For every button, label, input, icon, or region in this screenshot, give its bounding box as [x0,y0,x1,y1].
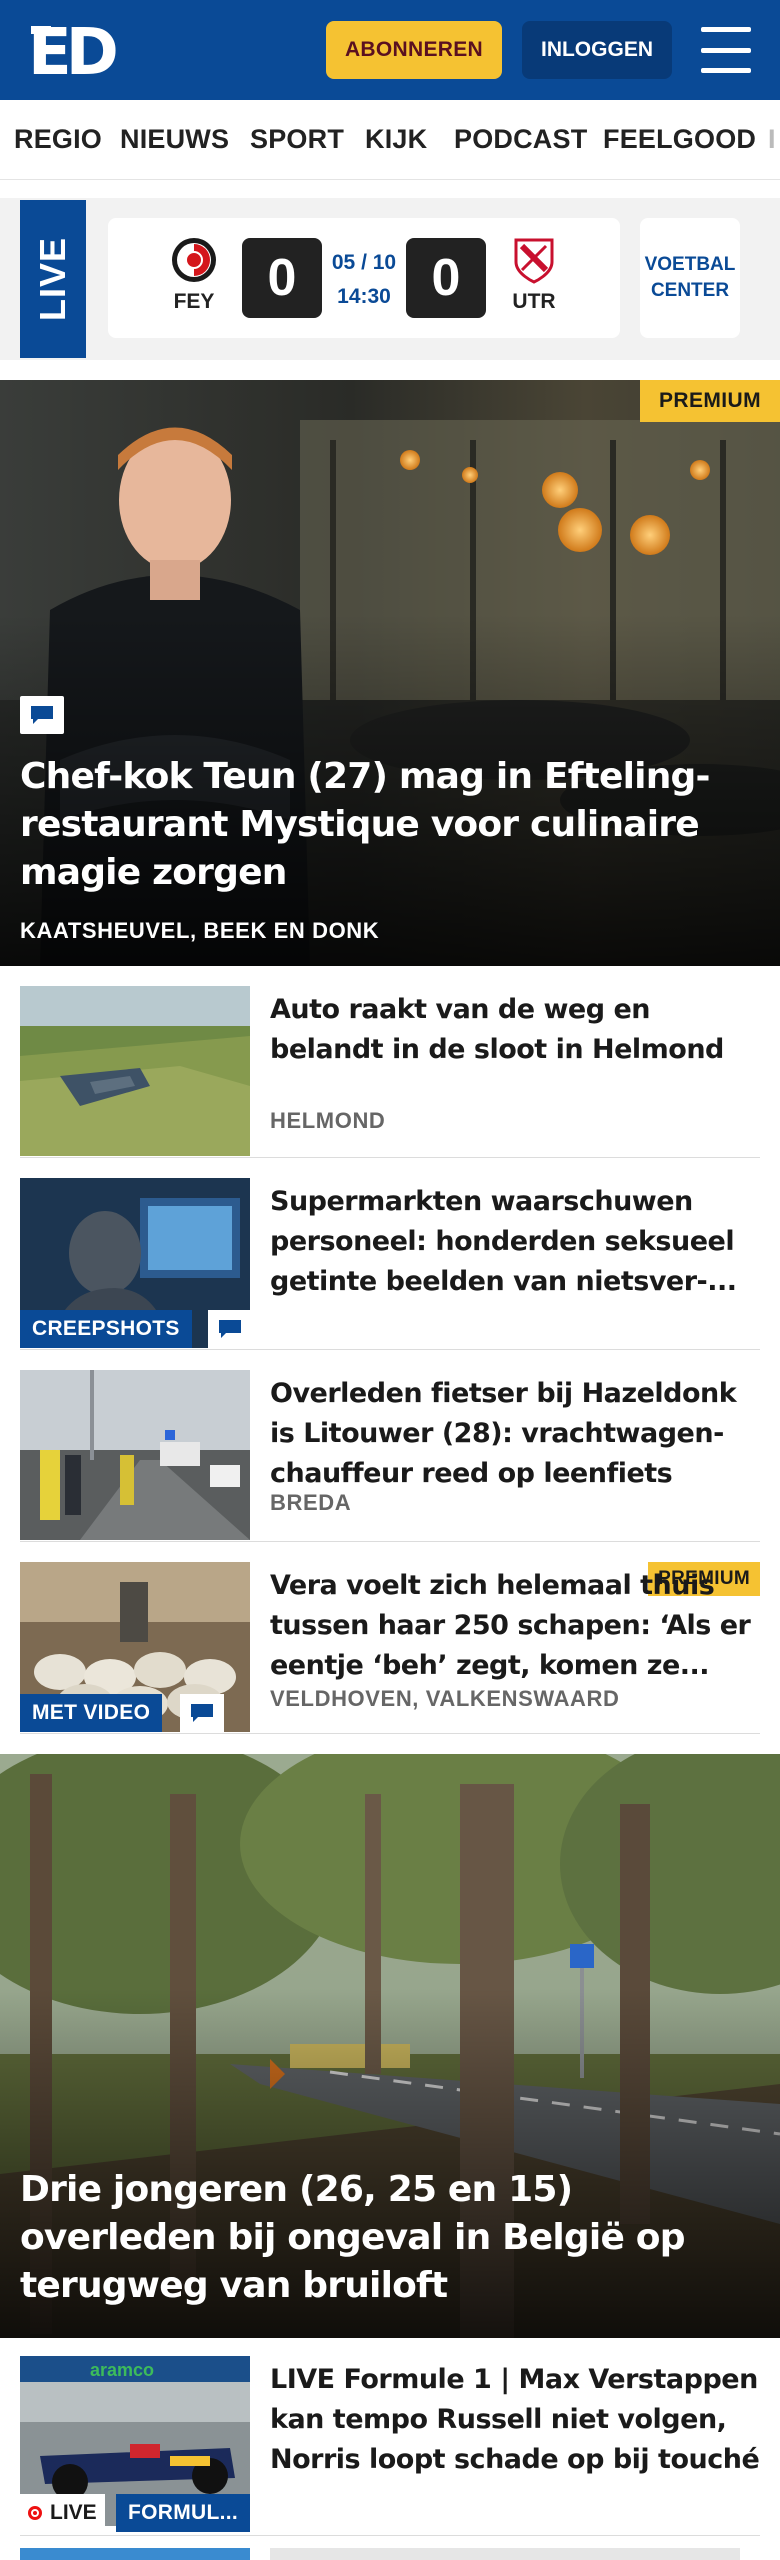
home-score: 0 [242,238,322,318]
utrecht-crest-icon [514,238,554,284]
nav-item-feelgood[interactable]: FEELGOOD [603,124,756,155]
home-team: FEY [154,236,234,314]
article-item-helmond[interactable]: Auto raakt van de weg en belandt in de s… [20,986,760,1158]
article-title: Auto raakt van de weg en belandt in de s… [270,994,724,1065]
live-badge: LIVE [20,2494,105,2532]
article-location: VELDHOVEN, VALKENSWAARD [270,1686,620,1711]
category-label-video: MET VIDEO [20,1694,163,1732]
subscribe-button[interactable]: ABONNEREN [326,21,502,79]
article-item-formula1[interactable]: aramco LIVE FORMUL... LIVE Formule 1 | M… [20,2356,760,2536]
hero-title: Chef-kok Teun (27) mag in Efteling-resta… [20,756,710,893]
hero-article-accident[interactable]: Drie jongeren (26, 25 en 15) overleden b… [0,1754,780,2338]
nav-item-nieuws[interactable]: NIEUWS [120,124,229,155]
match-time: 14:30 [337,285,391,308]
next-article-title-peek [270,2548,740,2560]
live-tab[interactable]: LIVE [20,200,86,358]
article-item-supermarkets[interactable]: CREEPSHOTS Supermarkten waarschuwen pers… [20,1178,760,1350]
nav-item-regio[interactable]: REGIO [14,124,102,155]
nav-item-sport[interactable]: SPORT [250,124,344,155]
match-datetime: 05 / 10 14:30 [326,246,402,314]
article-title: Vera voelt zich helemaal thuis tussen ha… [270,1570,751,1681]
match-date: 05 / 10 [331,251,397,274]
nav-item-kijk[interactable]: KIJK [365,124,427,155]
hero-article-chef[interactable]: PREMIUM Chef-kok Teun (27) mag in Efteli… [0,380,780,966]
category-label-formule1: FORMUL... [116,2494,250,2532]
hero-title: Drie jongeren (26, 25 en 15) overleden b… [20,2169,686,2306]
login-button[interactable]: INLOGGEN [522,21,672,79]
comment-icon [180,1694,224,1732]
article-item-hazeldonk[interactable]: Overleden fietser bij Hazeldonk is Litou… [20,1370,760,1542]
hero-location: KAATSHEUVEL, BEEK EN DONK [20,918,380,943]
article-thumbnail [20,986,250,1156]
match-card[interactable]: FEY 0 05 / 10 14:30 0 UTR [108,218,620,338]
feyenoord-crest-icon [172,238,216,282]
away-team: UTR [494,236,574,314]
top-bar: ED ABONNEREN INLOGGEN [0,0,780,100]
article-location: HELMOND [270,1108,386,1133]
live-score-widget: LIVE FEY 0 05 / 10 14:30 0 UTR VOETBAL C… [0,198,780,360]
away-team-name: UTR [512,290,556,313]
banner-text: aramco [90,2360,154,2380]
category-label-creepshots: CREEPSHOTS [20,1310,192,1348]
live-dot-icon [28,2506,42,2520]
hamburger-menu-icon[interactable] [698,25,754,75]
ed-logo[interactable]: ED [28,16,122,90]
premium-badge: PREMIUM [640,380,780,422]
article-title: LIVE Formule 1 | Max Verstappen kan temp… [270,2364,760,2475]
home-team-name: FEY [173,290,215,313]
article-item-sheep[interactable]: PREMIUM MET VIDEO Vera voelt zich helema… [20,1562,760,1734]
voetbal-center-button[interactable]: VOETBAL CENTER [640,218,740,338]
nav-item-overflow[interactable]: I [768,124,776,155]
next-article-thumbnail-peek [20,2548,250,2560]
article-title: Overleden fietser bij Hazeldonk is Litou… [270,1378,737,1489]
article-title: Supermarkten waarschuwen personeel: hond… [270,1186,737,1297]
article-thumbnail [20,1370,250,1540]
nav-item-podcast[interactable]: PODCAST [454,124,587,155]
comment-icon [208,1310,252,1348]
section-nav: REGIO NIEUWS SPORT KIJK PODCAST FEELGOOD… [0,100,780,180]
article-location: BREDA [270,1490,352,1515]
away-score: 0 [406,238,486,318]
comment-icon [20,696,64,734]
